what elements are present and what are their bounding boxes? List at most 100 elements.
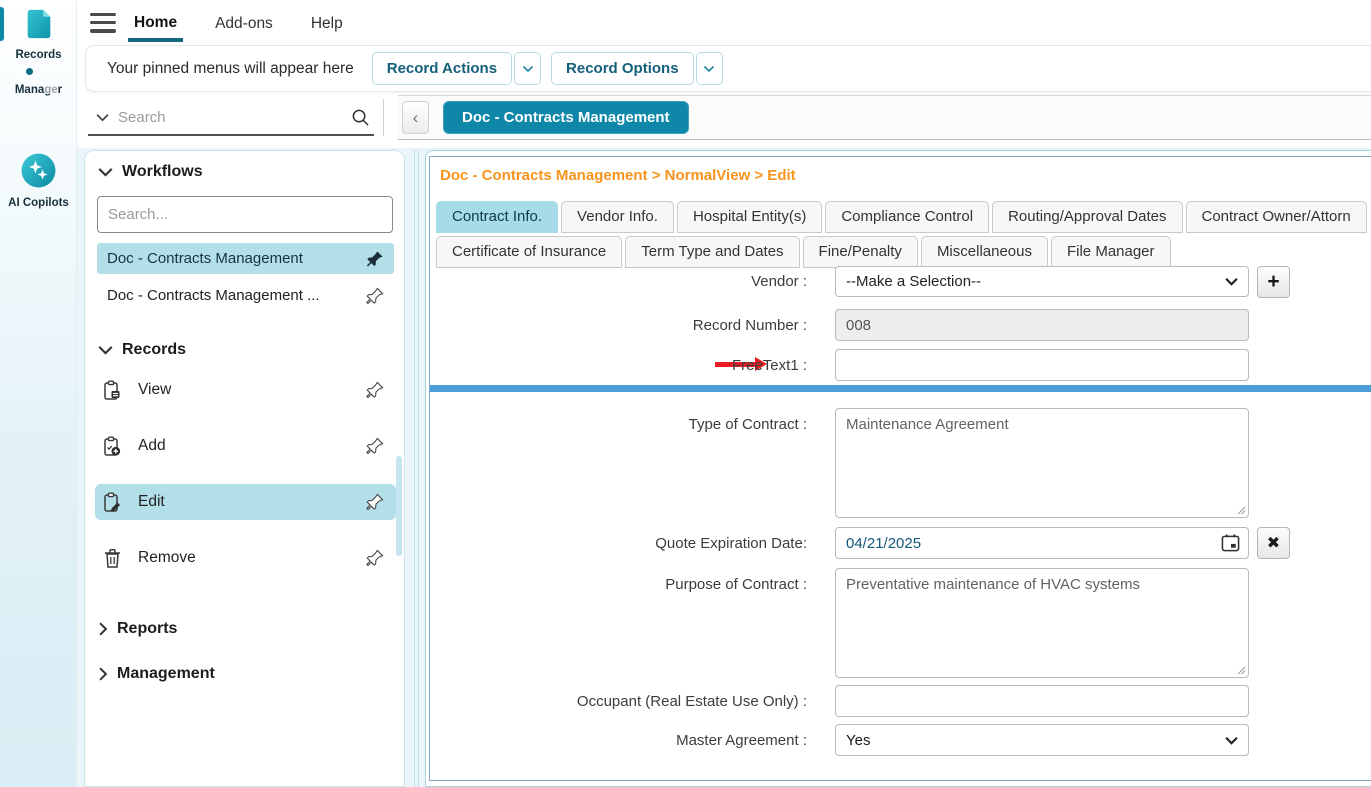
records-item-edit[interactable]: Edit — [95, 484, 396, 520]
records-item-label: Add — [138, 437, 166, 455]
tab-contract-info[interactable]: Contract Info. — [436, 201, 558, 233]
record-number-input — [835, 309, 1249, 341]
chevron-right-icon — [98, 622, 108, 636]
record-actions-button[interactable]: Record Actions — [372, 52, 512, 85]
resize-handle-icon[interactable] — [1237, 666, 1246, 675]
rail-label-ai-copilots: AI Copilots — [0, 197, 77, 209]
tabstrip-back-button[interactable]: ‹ — [402, 101, 429, 134]
record-options-button[interactable]: Record Options — [551, 52, 694, 85]
workflows-title: Workflows — [122, 163, 203, 181]
rail-label-records: Records — [0, 49, 77, 61]
form-tabs-row-1: Contract Info. Vendor Info. Hospital Ent… — [436, 201, 1371, 233]
clear-date-button[interactable]: ✖ — [1257, 527, 1290, 559]
records-title: Records — [122, 341, 186, 359]
workflows-search-input[interactable] — [97, 196, 393, 233]
tab-certificate-of-insurance[interactable]: Certificate of Insurance — [436, 236, 622, 268]
nav-scrollbar[interactable] — [396, 456, 402, 556]
rail-item-manager[interactable]: Manager — [0, 81, 77, 96]
panel-separator — [414, 150, 419, 787]
chevron-down-icon[interactable] — [96, 113, 109, 122]
management-section-header[interactable]: Management — [98, 665, 215, 683]
records-item-remove[interactable]: Remove — [95, 540, 396, 576]
menu-item-home[interactable]: Home — [128, 3, 183, 42]
rail-item-records[interactable]: Records — [0, 7, 77, 61]
hamburger-menu-icon[interactable] — [90, 13, 116, 33]
pin-filled-icon[interactable] — [366, 250, 384, 268]
resize-handle-icon[interactable] — [1237, 506, 1246, 515]
menu-bar: Home Add-ons Help — [77, 0, 1371, 45]
chevron-down-icon — [1225, 736, 1238, 745]
vendor-select-value: --Make a Selection-- — [846, 273, 981, 290]
tab-term-type-and-dates[interactable]: Term Type and Dates — [625, 236, 799, 268]
pin-outline-icon[interactable] — [366, 549, 384, 567]
record-actions-dropdown[interactable] — [514, 52, 541, 85]
tab-compliance-control[interactable]: Compliance Control — [825, 201, 989, 233]
search-input[interactable] — [118, 109, 351, 126]
tab-vendor-info[interactable]: Vendor Info. — [561, 201, 674, 233]
open-workflow-tabstrip: ‹ Doc - Contracts Management — [398, 95, 1371, 140]
pin-outline-icon[interactable] — [366, 493, 384, 511]
record-number-label: Record Number : — [437, 317, 807, 334]
pinned-menus-bar: Your pinned menus will appear here Recor… — [85, 45, 1371, 92]
master-agreement-select[interactable]: Yes — [835, 724, 1249, 756]
search-row: ‹ Doc - Contracts Management — [77, 95, 1371, 140]
workflow-item-doc-contracts-management[interactable]: Doc - Contracts Management — [97, 243, 394, 274]
tab-hospital-entity[interactable]: Hospital Entity(s) — [677, 201, 822, 233]
rail-label-manager: Manager — [0, 84, 77, 96]
workflows-section-header[interactable]: Workflows — [98, 163, 203, 181]
rail-item-ai-copilots[interactable]: AI Copilots — [0, 152, 77, 209]
pin-outline-icon[interactable] — [366, 437, 384, 455]
records-item-add[interactable]: Add — [95, 428, 396, 464]
freetext1-label: FreeText1 : — [437, 357, 807, 374]
type-of-contract-label: Type of Contract : — [437, 416, 807, 433]
reports-title: Reports — [117, 620, 177, 638]
vendor-select[interactable]: --Make a Selection-- — [835, 266, 1249, 297]
search-icon[interactable] — [351, 108, 370, 127]
navigation-panel: Workflows Doc - Contracts Management Doc… — [84, 150, 405, 787]
add-record-icon — [102, 436, 122, 457]
management-title: Management — [117, 665, 215, 683]
active-rail-indicator — [0, 7, 4, 41]
edit-record-icon — [102, 492, 122, 513]
chevron-down-icon — [98, 167, 113, 177]
workflow-item-doc-contracts-management-2[interactable]: Doc - Contracts Management ... — [97, 280, 394, 311]
vendor-label: Vendor : — [437, 273, 807, 290]
freetext1-input[interactable] — [835, 349, 1249, 381]
pin-outline-icon[interactable] — [366, 381, 384, 399]
trash-icon — [103, 548, 122, 569]
record-options-dropdown[interactable] — [696, 52, 723, 85]
records-item-view[interactable]: View — [95, 372, 396, 408]
add-vendor-button[interactable]: + — [1257, 266, 1290, 298]
records-section-header[interactable]: Records — [98, 341, 186, 359]
tab-routing-approval-dates[interactable]: Routing/Approval Dates — [992, 201, 1182, 233]
menu-item-help[interactable]: Help — [305, 4, 349, 42]
divider — [383, 99, 384, 136]
chevron-down-icon — [1225, 277, 1238, 286]
master-agreement-value: Yes — [846, 732, 870, 749]
global-search[interactable] — [88, 100, 374, 136]
open-workflow-tab[interactable]: Doc - Contracts Management — [443, 101, 689, 134]
purpose-of-contract-label: Purpose of Contract : — [437, 576, 807, 593]
tab-miscellaneous[interactable]: Miscellaneous — [921, 236, 1048, 268]
workflow-content-frame: Doc - Contracts Management > NormalView … — [429, 156, 1371, 781]
tab-contract-owner-attorney[interactable]: Contract Owner/Attorn — [1186, 201, 1367, 233]
reports-section-header[interactable]: Reports — [98, 620, 177, 638]
main-panel: Doc - Contracts Management > NormalView … — [425, 150, 1371, 787]
pin-outline-icon[interactable] — [366, 287, 384, 305]
records-item-label: Remove — [138, 549, 196, 567]
ai-copilots-icon — [20, 152, 57, 189]
calendar-icon[interactable] — [1221, 533, 1240, 552]
form-tabs-row-2: Certificate of Insurance Term Type and D… — [436, 236, 1371, 268]
tab-fine-penalty[interactable]: Fine/Penalty — [803, 236, 918, 268]
occupant-label: Occupant (Real Estate Use Only) : — [437, 693, 807, 710]
quote-expiration-date-label: Quote Expiration Date: — [437, 535, 807, 552]
records-icon — [22, 7, 56, 41]
tab-file-manager[interactable]: File Manager — [1051, 236, 1171, 268]
pinned-menus-message: Your pinned menus will appear here — [107, 60, 354, 78]
type-of-contract-textarea[interactable]: Maintenance Agreement — [835, 408, 1249, 518]
menu-item-add-ons[interactable]: Add-ons — [209, 4, 279, 42]
purpose-of-contract-textarea[interactable]: Preventative maintenance of HVAC systems — [835, 568, 1249, 678]
quote-expiration-date-input[interactable] — [835, 527, 1249, 559]
occupant-input[interactable] — [835, 685, 1249, 717]
workflow-item-label: Doc - Contracts Management — [107, 250, 303, 267]
